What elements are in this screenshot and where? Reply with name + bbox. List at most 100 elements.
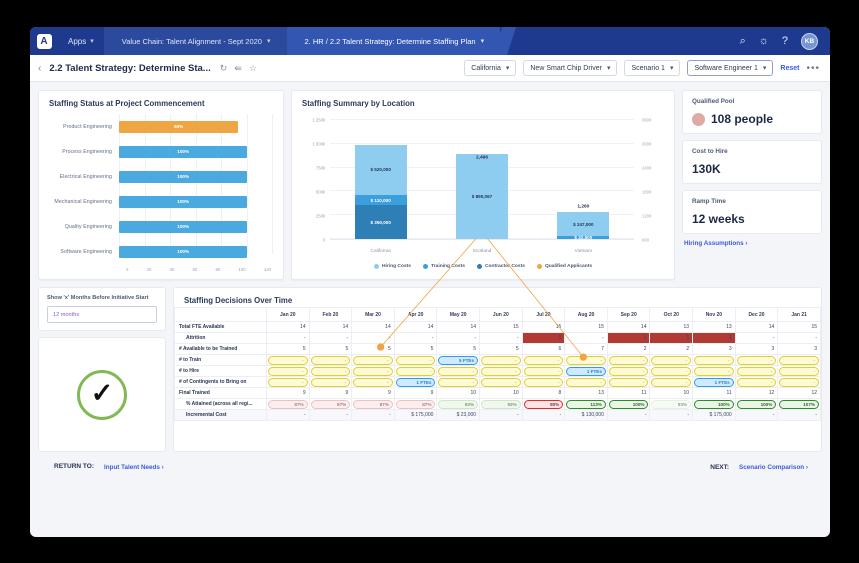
table-cell-pill[interactable]: - [779,377,819,387]
chart-plot-area: $ 520,000 $ 110,000 $ 350,000 $ 890,067 $ 24… [330,119,634,361]
table-cell-pill[interactable]: 107% [779,399,819,409]
reset-button[interactable]: Reset [780,65,799,72]
table-cell-pill[interactable]: - [736,355,777,365]
hiring-assumptions-label: Hiring Assumptions [684,240,746,247]
table-cell: 5 [266,343,310,355]
table-cell: 1 [692,332,736,344]
x-axis-ticks: 0 20 40 60 80 100 120 [126,264,271,272]
table-cell[interactable]: - [266,354,310,366]
table-cell-pill[interactable]: - [651,366,692,376]
table-cell[interactable]: - [777,354,821,366]
bar-row: Electrical Engineering 100% [47,164,273,189]
table-cell[interactable]: - [692,365,736,377]
x-axis-labels: California Scotland Vietnam [330,249,634,254]
table-cell: 2 [649,343,694,355]
table-cell-pill[interactable]: - [779,366,819,376]
bar-value: 100% [119,145,248,158]
bar-category-label: Process Engineering [62,148,112,155]
breadcrumb-current-page[interactable]: 2. HR / 2.2 Talent Strategy: Determine S… [286,27,501,55]
table-cell[interactable]: - [777,376,821,388]
table-cell[interactable]: - [649,376,694,388]
table-cell-pill[interactable]: 100% [694,399,734,409]
table-cell[interactable]: - [777,365,821,377]
table-cell-pill[interactable]: 93% [651,399,692,409]
table-cell-pill[interactable]: 87% [268,399,308,409]
next-label: NEXT: [710,463,730,471]
chevron-left-icon[interactable]: ‹ [38,63,41,74]
table-cell[interactable]: - [266,376,310,388]
table-row-label: # of Contingents to Bring on [174,376,267,388]
chevron-down-icon: ▾ [90,38,94,45]
months-before-start-label: Show 'x' Months Before Initiative Start [47,295,149,301]
table-cell: - [266,332,310,344]
filter-initiative[interactable]: New Smart Chip Driver ▾ [523,60,618,76]
table-cell[interactable]: - [649,354,694,366]
table-cell-pill[interactable]: 1 FTEs [694,377,734,387]
table-cell[interactable]: 1 FTEs [692,376,736,388]
refresh-icon[interactable]: ↻ [220,63,228,74]
table-cell[interactable]: - [692,354,736,366]
table-cell-pill[interactable]: - [694,366,734,376]
x-tick: 0 [126,267,129,272]
table-cell[interactable]: - [649,365,694,377]
table-cell: 3 [734,343,779,355]
table-cell-pill[interactable]: - [268,355,308,365]
table-cell-pill[interactable]: - [736,366,777,376]
table-column-header: Jan 21 [777,307,821,322]
table-cell[interactable]: 93% [649,398,694,410]
page-title: 2.2 Talent Strategy: Determine Sta... [49,62,211,74]
table-cell[interactable]: 107% [777,398,821,410]
table-cell-pill[interactable]: - [694,355,734,365]
search-icon[interactable]: ⌕ [740,35,746,47]
filter-role[interactable]: Software Engineer 1 ▾ [687,60,774,76]
kpi-panel: Qualified Pool 108 people Cost to Hire 1… [682,90,822,280]
table-cell-pill[interactable]: 100% [736,399,777,409]
overflow-menu-button[interactable]: ••• [806,63,820,74]
table-cell-pill[interactable]: - [779,355,819,365]
filter-scenario[interactable]: Scenario 1 ▾ [624,60,681,76]
bar-segment-hiring-costs: $ 520,000 [354,144,407,195]
bar-track: 100% [119,239,273,264]
help-icon[interactable]: ? [782,35,788,47]
y-tick-right: 3600 [642,117,652,123]
bar-row: Process Engineering 100% [47,139,273,164]
breadcrumb-value-chain-label: Value Chain: Talent Alignment - Sept 202… [121,36,262,46]
table-cell-pill[interactable]: - [651,377,692,387]
table-cell[interactable]: - [734,376,779,388]
months-before-start-input[interactable] [47,306,157,323]
table-cell[interactable]: 100% [692,398,736,410]
avatar[interactable]: KB [801,32,818,50]
kpi-qualified-pool-value-wrap: 108 people [692,112,812,126]
table-cell: 14 [734,321,779,333]
filter-region[interactable]: California ▾ [464,60,517,76]
table-cell[interactable]: - [734,354,779,366]
bell-icon[interactable]: ☼ [759,35,769,47]
table-cell-pill[interactable]: - [651,355,692,365]
apps-menu-button[interactable]: Apps ▾ [58,27,104,55]
table-cell[interactable]: - [734,365,779,377]
hiring-assumptions-link[interactable]: Hiring Assumptions › [682,240,822,247]
table-cell: 13 [649,321,694,333]
table-cell[interactable]: 87% [266,398,310,410]
table-cell: 13 [692,321,736,333]
star-icon[interactable]: ☆ [249,63,257,74]
y-tick-right: 2400 [642,165,652,171]
filter-role-label: Software Engineer 1 [694,64,758,72]
breadcrumb-value-chain[interactable]: Value Chain: Talent Alignment - Sept 202… [103,27,287,55]
table-cell-pill[interactable]: - [268,377,308,387]
table-cell-pill[interactable]: - [736,377,777,387]
x-tick: 80 [215,267,221,272]
table-cell[interactable]: - [266,365,310,377]
table-cell[interactable]: 100% [734,398,779,410]
return-to-link[interactable]: Input Talent Needs › [104,464,164,471]
table-cell-pill[interactable]: - [268,366,308,376]
app-window: A Apps ▾ Value Chain: Talent Alignment -… [30,27,830,537]
y-tick-left: 750k [315,165,325,171]
app-logo[interactable]: A [30,27,58,55]
next-link[interactable]: Scenario Comparison › [739,464,808,471]
return-to-label: RETURN TO: [54,463,94,470]
table-cell: - [734,332,779,344]
y-tick-left: 250k [315,213,325,219]
share-icon[interactable]: ⇚ [234,63,242,74]
staffing-status-chart: Product Engineering 93% Process Engineerin… [39,110,283,272]
